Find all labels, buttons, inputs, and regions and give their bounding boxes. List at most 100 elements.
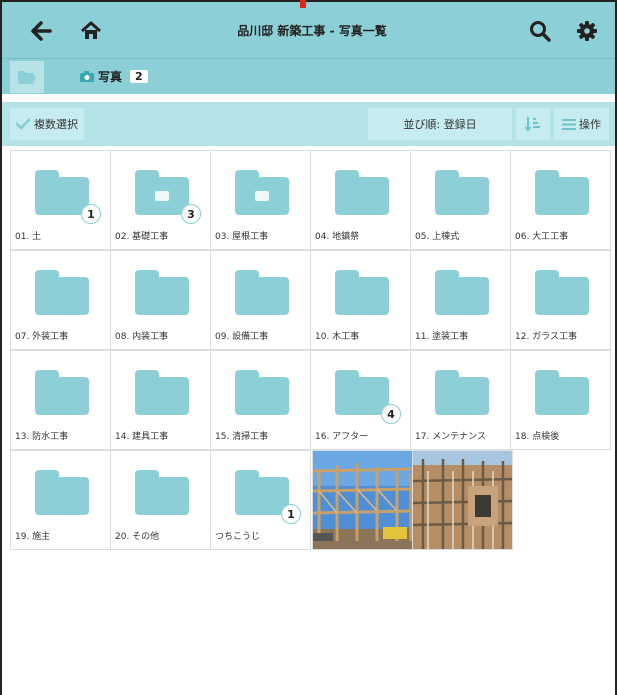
operations-button[interactable]: 操作: [554, 108, 609, 140]
folder-label: 01. 土: [15, 232, 42, 242]
folder-open-icon: [18, 71, 36, 84]
folder-label: 16. アフター: [315, 432, 369, 442]
settings-button[interactable]: [570, 14, 604, 48]
folder-tile[interactable]: 4 16. アフター: [310, 350, 411, 450]
app-header: 品川邸 新築工事 - 写真一覧: [2, 2, 615, 58]
path-bar: 写真 2: [2, 58, 615, 94]
home-button[interactable]: [74, 14, 108, 48]
folder-tile[interactable]: 04. 地鎮祭: [310, 150, 411, 250]
folder-label: つちこうじ: [215, 532, 261, 542]
folder-label: 20. その他: [115, 532, 160, 542]
folder-label: 06. 大工工事: [515, 232, 569, 242]
folder-label: 07. 外装工事: [15, 332, 69, 342]
breadcrumb-count: 2: [130, 70, 148, 83]
folder-count-badge: 1: [81, 204, 101, 224]
folder-icon: [435, 170, 489, 215]
folder-label: 08. 内装工事: [115, 332, 169, 342]
folder-icon: [435, 270, 489, 315]
folder-icon: [235, 470, 289, 515]
folder-icon: [135, 270, 189, 315]
construction-photo-2: [413, 451, 512, 549]
breadcrumb-label: 写真: [98, 70, 123, 84]
camera-icon: [80, 71, 94, 82]
sort-order-button[interactable]: 並び順: 登録日: [368, 108, 512, 140]
photo-thumbnail[interactable]: [312, 450, 413, 550]
folder-label: 15. 清掃工事: [215, 432, 269, 442]
folder-label: 17. メンテナンス: [415, 432, 486, 442]
multi-select-label: 複数選択: [34, 118, 78, 131]
folder-icon: [535, 270, 589, 315]
folder-label: 09. 設備工事: [215, 332, 269, 342]
folder-icon: [135, 470, 189, 515]
folder-label: 11. 塗装工事: [415, 332, 469, 342]
folder-icon: [335, 170, 389, 215]
sort-direction-button[interactable]: [516, 108, 550, 140]
list-menu-icon: [562, 118, 576, 130]
page-title: 品川邸 新築工事 - 写真一覧: [237, 24, 387, 38]
gear-icon: [577, 21, 597, 41]
folder-icon: [335, 370, 389, 415]
folder-label: 10. 木工事: [315, 332, 360, 342]
folder-icon: [235, 270, 289, 315]
scroll-marker: [300, 0, 306, 8]
folder-label: 12. ガラス工事: [515, 332, 577, 342]
sort-order-label: 並び順: 登録日: [403, 118, 477, 131]
folder-count-badge: 4: [381, 404, 401, 424]
check-icon: [16, 118, 30, 130]
folder-label: 04. 地鎮祭: [315, 232, 360, 242]
folder-tile[interactable]: 1 01. 土: [10, 150, 111, 250]
folder-icon: [35, 370, 89, 415]
multi-select-button[interactable]: 複数選択: [10, 108, 84, 140]
folder-tile[interactable]: 09. 設備工事: [210, 250, 311, 350]
folder-label: 19. 施主: [15, 532, 51, 542]
folder-count-badge: 1: [281, 504, 301, 524]
back-button[interactable]: [24, 14, 58, 48]
folder-icon: [235, 370, 289, 415]
search-button[interactable]: [523, 14, 557, 48]
folder-icon: [435, 370, 489, 415]
folder-tile[interactable]: 06. 大工工事: [510, 150, 611, 250]
folder-tile[interactable]: 20. その他: [110, 450, 211, 550]
folder-tile[interactable]: 05. 上棟式: [410, 150, 511, 250]
folder-label: 18. 点検後: [515, 432, 560, 442]
search-icon: [530, 21, 551, 42]
folder-label: 13. 防水工事: [15, 432, 69, 442]
construction-photo-1: [313, 451, 412, 549]
folder-icon: [35, 270, 89, 315]
folder-icon: [235, 170, 289, 215]
folder-label: 03. 屋根工事: [215, 232, 269, 242]
folder-tile[interactable]: 3 02. 基礎工事: [110, 150, 211, 250]
breadcrumb[interactable]: 写真 2: [80, 68, 148, 85]
folder-icon: [35, 470, 89, 515]
operations-label: 操作: [579, 118, 601, 131]
folder-tile[interactable]: 07. 外装工事: [10, 250, 111, 350]
home-icon: [81, 21, 101, 39]
folder-tile[interactable]: 11. 塗装工事: [410, 250, 511, 350]
folder-tile[interactable]: 14. 建具工事: [110, 350, 211, 450]
folder-icon: [35, 170, 89, 215]
folder-icon: [535, 170, 589, 215]
sort-direction-icon: [525, 117, 540, 132]
folder-tile[interactable]: 12. ガラス工事: [510, 250, 611, 350]
folder-tile[interactable]: 17. メンテナンス: [410, 350, 511, 450]
folder-tile[interactable]: 18. 点検後: [510, 350, 611, 450]
folder-icon: [135, 170, 189, 215]
folder-icon: [535, 370, 589, 415]
folder-tile[interactable]: 10. 木工事: [310, 250, 411, 350]
folder-tile[interactable]: 1 つちこうじ: [210, 450, 311, 550]
folder-label: 05. 上棟式: [415, 232, 460, 242]
app-frame: 品川邸 新築工事 - 写真一覧 写真 2 複数選択 並び順: 登録日 操作 1 …: [0, 0, 617, 695]
toolbar: 複数選択 並び順: 登録日 操作: [2, 102, 615, 146]
folder-tile[interactable]: 19. 施主: [10, 450, 111, 550]
folder-tree-button[interactable]: [10, 61, 44, 93]
folder-tile[interactable]: 03. 屋根工事: [210, 150, 311, 250]
folder-count-badge: 3: [181, 204, 201, 224]
folder-tile[interactable]: 15. 清掃工事: [210, 350, 311, 450]
folder-label: 02. 基礎工事: [115, 232, 169, 242]
folder-tile[interactable]: 13. 防水工事: [10, 350, 111, 450]
photo-thumbnail[interactable]: [412, 450, 513, 550]
folder-label: 14. 建具工事: [115, 432, 169, 442]
folder-icon: [135, 370, 189, 415]
folder-tile[interactable]: 08. 内装工事: [110, 250, 211, 350]
folder-icon: [335, 270, 389, 315]
